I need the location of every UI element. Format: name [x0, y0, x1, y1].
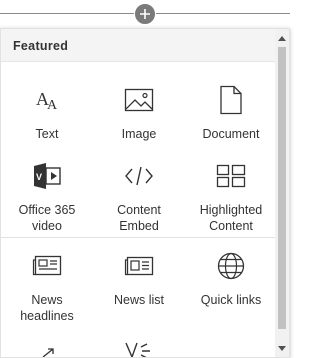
- code-embed-icon: [93, 161, 185, 191]
- panel-scrollbar[interactable]: [275, 29, 289, 357]
- tile-label: Content Embed: [117, 203, 161, 233]
- tile-text[interactable]: A A Text: [1, 85, 93, 142]
- text-icon: A A: [1, 85, 93, 115]
- scroll-thumb[interactable]: [278, 47, 286, 329]
- tile-label: Text: [35, 127, 59, 141]
- panel-title: Featured: [13, 39, 69, 53]
- svg-text:V: V: [36, 172, 42, 182]
- tile-news-headlines[interactable]: News headlines: [1, 251, 93, 324]
- plus-icon: [140, 9, 150, 19]
- tile-label: News headlines: [20, 293, 74, 323]
- tile-quick-links[interactable]: Quick links: [185, 251, 277, 308]
- panel-header: Featured: [1, 29, 276, 62]
- tile-document[interactable]: Document: [185, 85, 277, 142]
- scroll-up-icon[interactable]: [278, 36, 286, 41]
- tile-office-365-video[interactable]: V Office 365 video: [1, 161, 93, 234]
- tile-content-embed[interactable]: Content Embed: [93, 161, 185, 234]
- scroll-down-icon[interactable]: [278, 346, 286, 351]
- document-icon: [185, 85, 277, 115]
- office-365-video-icon: V: [1, 161, 93, 191]
- tile-label: Document: [202, 127, 260, 141]
- globe-icon: [185, 251, 277, 281]
- tile-label: Quick links: [200, 293, 262, 307]
- news-headlines-icon: [1, 251, 93, 281]
- tile-highlighted-content[interactable]: Highlighted Content: [185, 161, 277, 234]
- image-icon: [93, 85, 185, 115]
- tile-label: Highlighted Content: [199, 203, 263, 233]
- highlighted-content-icon: [185, 161, 277, 191]
- tile-label: Office 365 video: [18, 203, 76, 233]
- partial-arrow-icon: [42, 348, 54, 357]
- tile-label: News list: [113, 293, 164, 307]
- news-list-icon: [93, 251, 185, 281]
- svg-text:A: A: [47, 98, 58, 113]
- partial-spark-icon: [125, 342, 150, 357]
- add-webpart-button[interactable]: [134, 3, 156, 25]
- tile-news-list[interactable]: News list: [93, 251, 185, 308]
- tile-label: Image: [121, 127, 157, 141]
- webpart-picker-panel: Featured A A Text Image Document V Offic…: [0, 28, 290, 358]
- row-divider: [1, 237, 276, 238]
- tile-image[interactable]: Image: [93, 85, 185, 142]
